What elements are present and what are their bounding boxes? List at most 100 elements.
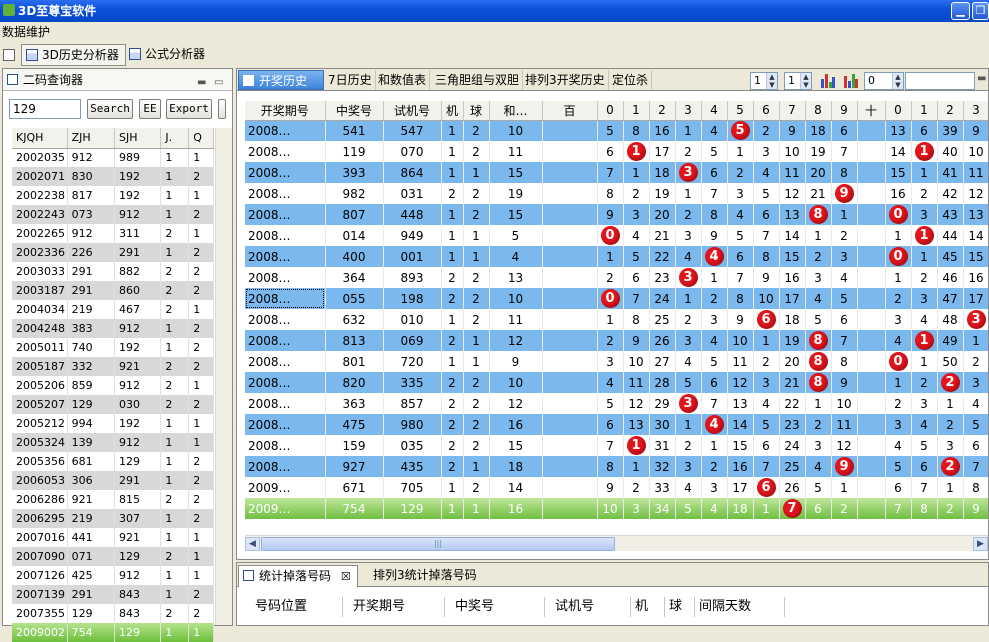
column-header[interactable]: 5 [727,101,754,121]
close-tab-icon[interactable]: ☒ [341,570,351,583]
table-row[interactable]: 2007355 129 843 2 2 [12,604,214,623]
stats-column-header[interactable]: 球 [665,597,695,617]
table-row[interactable]: 2007126 425 912 1 1 [12,566,214,585]
column-header-zjh[interactable]: ZJH [67,128,116,149]
search-button[interactable]: Search [87,99,133,119]
column-header-sjh[interactable]: SJH [114,128,162,149]
column-header[interactable]: 中奖号 [325,101,384,121]
table-row[interactable]: 2008…4000011141522446815230145156 [245,246,988,267]
table-row[interactable]: 2005324 139 912 1 1 [12,433,214,452]
table-row[interactable]: 2008…159035221571312115624312453615 [245,435,988,456]
table-row[interactable]: 2002035 912 989 1 1 [12,148,214,167]
menu-data-maintenance[interactable]: 数据维护 [2,25,50,39]
restore-button[interactable]: ❐ [972,2,989,20]
table-row[interactable]: 2008…4759802216613301414523211342514 [245,414,988,435]
column-header[interactable]: 0 [597,101,624,121]
more-button[interactable] [218,99,226,119]
column-header[interactable]: 3 [675,101,702,121]
minimize-view-icon[interactable]: ▬ [197,72,206,94]
stats-column-header[interactable]: 号码位置 [245,597,343,617]
tab-formula-analyzer[interactable]: 公式分析器 [125,44,211,66]
table-row[interactable]: 2007016 441 921 1 1 [12,528,214,547]
bar-chart-icon-2[interactable] [844,73,858,88]
vertical-scrollbar[interactable] [215,128,232,625]
number-input[interactable] [9,99,81,119]
table-row[interactable]: 2005356 681 129 1 2 [12,452,214,471]
table-row[interactable]: 2008…055198221007241281017452347178 [245,288,988,309]
export-button[interactable]: Export [166,99,212,119]
table-row[interactable]: 2002238 817 192 1 1 [12,186,214,205]
column-header[interactable]: 6 [753,101,780,121]
tab-sum-table[interactable]: 和数值表 [375,70,431,90]
column-header[interactable]: 和… [489,101,543,121]
table-row[interactable]: 2008…6320101211182523961856344839 [245,309,988,330]
table-row[interactable]: 2003187 291 860 2 2 [12,281,214,300]
scroll-right-icon[interactable]: ▶ [973,537,988,551]
table-row[interactable]: 2006053 306 291 1 2 [12,471,214,490]
column-header[interactable]: 机 [441,101,464,121]
open-perspective-icon[interactable] [3,49,15,61]
maximize-view-icon[interactable]: ▭ [214,72,223,94]
column-header[interactable]: 试机号 [383,101,442,121]
scroll-left-icon[interactable]: ◀ [245,537,260,551]
table-row[interactable]: 2008…80744812159320284613810343134 [245,204,988,225]
table-row[interactable]: 2008…92743521188132321672549562716 [245,456,988,477]
stats-column-header[interactable]: 试机号 [545,597,631,617]
column-header[interactable]: 0 [885,101,912,121]
table-row[interactable]: 2006286 921 815 2 2 [12,490,214,509]
table-row[interactable]: 2008…3638572212512293713422110231413 [245,393,988,414]
column-header[interactable]: 4 [701,101,728,121]
table-row[interactable]: 2009…67170512149233431762651671817 [245,477,988,498]
tab-draw-history[interactable]: 开奖历史 [238,70,324,90]
table-row[interactable]: 2006295 219 307 1 2 [12,509,214,528]
table-row[interactable]: 2008…1190701211611725131019714140101 [245,141,988,162]
column-header[interactable]: 8 [805,101,832,121]
table-row[interactable]: 2008…801720119310274511220880150211 [245,351,988,372]
column-header[interactable]: 2 [649,101,676,121]
column-header-q[interactable]: Q [188,128,214,149]
tab-p3-drop-stats[interactable]: 排列3统计掉落号码 [353,565,483,587]
tab-p3-history[interactable]: 排列3开奖历史 [522,70,609,90]
table-row[interactable]: 2008…813069211229263410119874149110 [245,330,988,351]
table-row[interactable]: 2002265 912 311 2 1 [12,224,214,243]
column-header[interactable]: 百 [542,101,598,121]
stats-column-header[interactable]: 间隔天数 [695,597,785,617]
ee-button[interactable]: EE [139,99,161,119]
spinner-3[interactable]: 0 ▲ ▼ [864,72,904,90]
column-header[interactable]: 球 [463,101,490,121]
stats-column-header[interactable]: 中奖号 [445,597,545,617]
column-header[interactable]: 1 [623,101,650,121]
spin-arrows-icon[interactable]: ▲ ▼ [766,73,777,89]
column-header[interactable]: 7 [779,101,806,121]
spin-arrows-icon[interactable]: ▲ ▼ [892,73,903,89]
table-row[interactable]: 2005187 332 921 2 2 [12,357,214,376]
table-row[interactable]: 2005212 994 192 1 1 [12,414,214,433]
filter-input[interactable] [905,72,975,90]
minimize-view-icon[interactable]: ▬ [977,73,986,84]
tab-drop-stats[interactable]: 统计掉落号码 ☒ [238,565,358,587]
tab-position-kill[interactable]: 定位杀 [609,70,653,90]
stats-column-header[interactable]: 机 [631,597,665,617]
spin-arrows-icon[interactable]: ▲ ▼ [800,73,811,89]
column-header-kjqh[interactable]: KJQH [12,128,68,149]
column-header[interactable]: 2 [937,101,964,121]
table-row[interactable]: 2004248 383 912 1 2 [12,319,214,338]
table-row[interactable]: 2005011 740 192 1 2 [12,338,214,357]
column-header[interactable]: 3 [963,101,988,121]
table-row[interactable]: 2008…36489322132623317916341246167 [245,267,988,288]
table-row[interactable]: 2008…820335221041128561232189122312 [245,372,988,393]
scroll-thumb[interactable]: ||| [261,537,615,551]
table-row[interactable]: 2004034 219 467 2 1 [12,300,214,319]
table-row[interactable]: 2007090 071 129 2 1 [12,547,214,566]
column-header[interactable]: 1 [911,101,938,121]
table-row[interactable]: 2003033 291 882 2 2 [12,262,214,281]
column-header[interactable]: 开奖期号 [245,101,326,121]
spinner-2[interactable]: 1 ▲ ▼ [784,72,812,90]
table-row[interactable]: 2005207 129 030 2 2 [12,395,214,414]
table-row[interactable]: 2002071 830 192 1 2 [12,167,214,186]
table-row[interactable]: 2002336 226 291 1 2 [12,243,214,262]
table-row[interactable]: 2008…54154712105816145291861363994 [245,120,988,141]
tab-3d-history-analyzer[interactable]: 3D历史分析器 [21,44,126,66]
horizontal-scrollbar[interactable]: ◀ ||| ▶ [245,535,988,551]
bar-chart-icon[interactable] [821,73,835,88]
